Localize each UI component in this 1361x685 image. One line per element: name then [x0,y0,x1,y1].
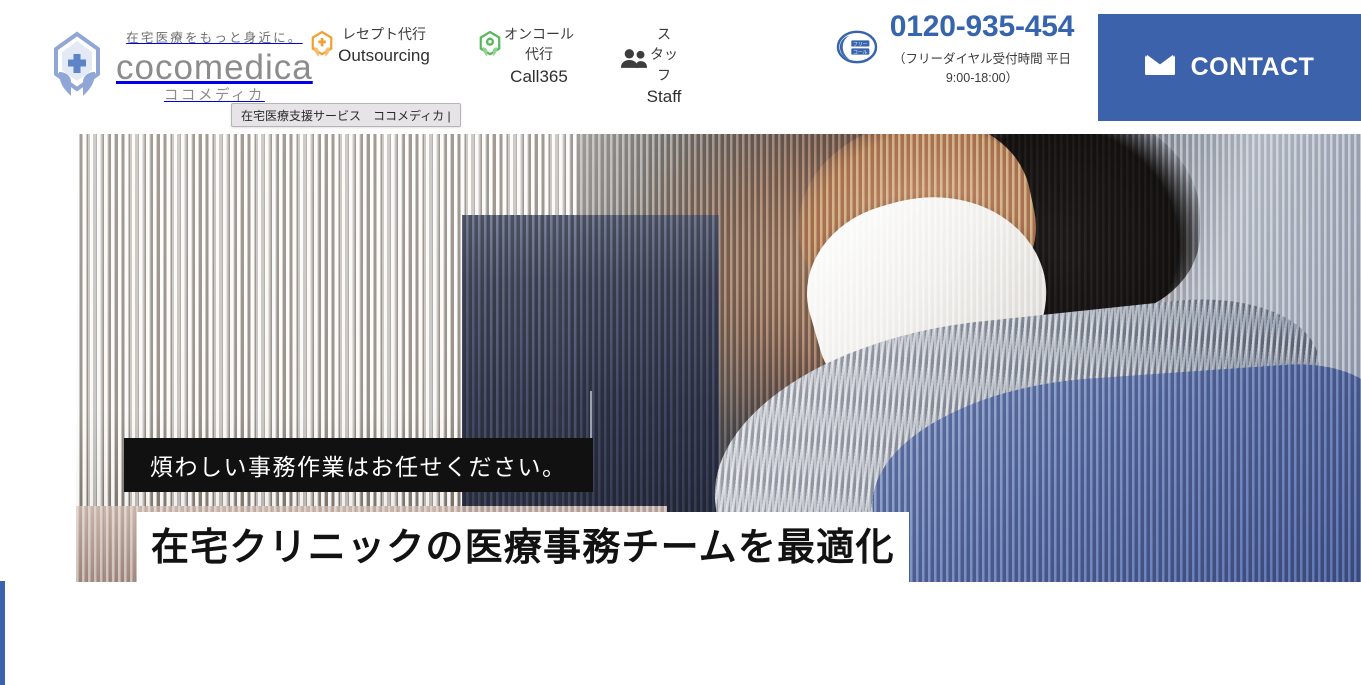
nav-call365-en: Call365 [510,66,568,86]
svg-text:コール: コール [853,49,868,55]
contact-button[interactable]: CONTACT [1098,14,1361,121]
nav-item-staff[interactable]: ス タッ フ Staff [620,24,681,110]
hero-headline-text: 在宅クリニックの医療事務チームを最適化 [151,527,895,569]
site-header: 在宅医療をもっと身近に。 cocomedica ココメディカ レセプト代行 Ou… [0,0,1361,134]
nav-item-call365[interactable]: オンコール 代行 Call365 [478,24,574,89]
telephone-block: フリー コール 0120-935-454 （フリーダイヤル受付時間 平日9:00… [836,8,1082,88]
nav-outsourcing-en: Outsourcing [338,46,430,66]
people-group-icon [620,48,648,74]
nav-call365-ja-line2: 代行 [525,46,553,63]
browser-tooltip: 在宅医療支援サービス ココメディカ | [231,103,461,127]
nav-call365-ja-line1: オンコール [504,26,574,42]
nav-staff-ja-line1: ス [657,26,671,42]
nav-staff-ja-line3: フ [657,66,671,83]
telephone-number[interactable]: 0120-935-454 [882,8,1082,46]
site-logo[interactable]: 在宅医療をもっと身近に。 cocomedica ココメディカ [48,28,313,104]
contact-button-label: CONTACT [1190,53,1315,81]
hero-banner: 煩わしい事務作業はお任せください。 在宅クリニックの医療事務チームを最適化 〜運… [76,134,1361,582]
hero-kicker-box: 煩わしい事務作業はお任せください。 [124,438,593,492]
telephone-hours: （フリーダイヤル受付時間 平日9:00-18:00） [892,51,1072,85]
side-accent-bar [0,581,5,685]
nav-staff-en: Staff [646,86,682,106]
free-call-icon: フリー コール [836,28,878,71]
logo-wordmark: cocomedica [116,47,313,87]
nav-outsourcing-ja: レセプト代行 [342,26,426,42]
hero-copy: 煩わしい事務作業はお任せください。 在宅クリニックの医療事務チームを最適化 〜運… [76,134,1361,582]
mail-envelope-icon [1144,54,1175,81]
orange-shield-cross-hands-icon [310,30,334,63]
nav-item-outsourcing[interactable]: レセプト代行 Outsourcing [310,24,430,69]
svg-text:フリー: フリー [853,41,868,47]
logo-kana: ココメディカ [163,88,265,104]
home-medical-shield-hands-logo-icon [48,30,106,100]
green-shield-leaf-icon [478,30,502,63]
hero-kicker-text: 煩わしい事務作業はお任せください。 [150,454,567,480]
nav-staff-ja-line2: タッ [650,46,678,63]
hero-headline-box: 在宅クリニックの医療事務チームを最適化 [137,512,909,582]
logo-tagline: 在宅医療をもっと身近に。 [126,31,303,45]
